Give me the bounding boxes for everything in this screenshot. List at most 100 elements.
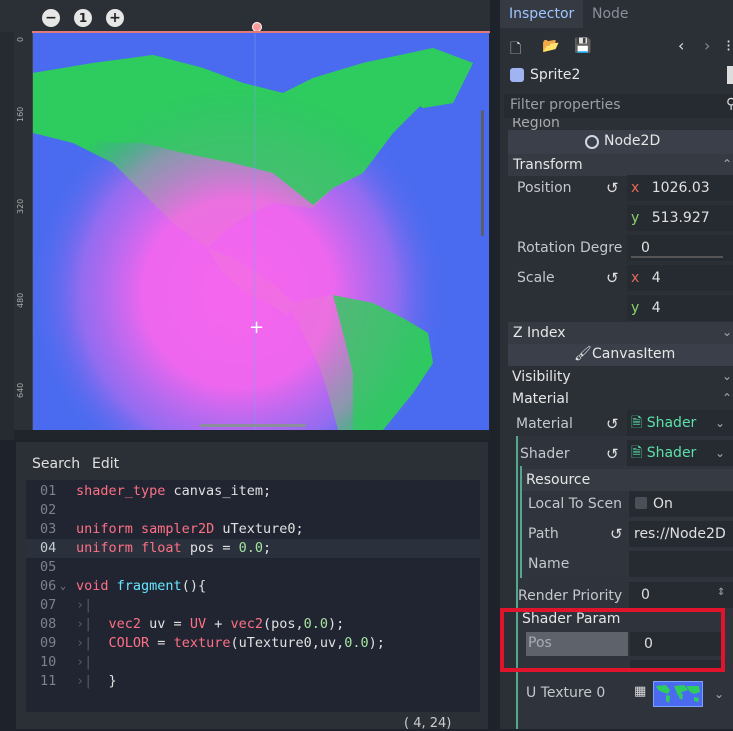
- code-line: 09 ›| COLOR = texture(uTexture0,uv,0.0);: [26, 634, 480, 653]
- scale-y-value: 4: [651, 300, 661, 316]
- edit-menu[interactable]: Edit: [92, 456, 119, 472]
- reset-material-icon[interactable]: ↺: [606, 415, 619, 433]
- vertical-ruler: 0 160 320 480 640: [14, 32, 33, 430]
- path-label: Path: [528, 526, 559, 542]
- material-label: Material: [516, 416, 573, 432]
- code-line: 11 ›| }: [26, 672, 480, 691]
- position-label: Position: [517, 180, 572, 196]
- code-line: 02: [26, 501, 480, 520]
- render-priority-field[interactable]: 0 ⇕: [629, 582, 733, 608]
- viewport-horizontal-scrollbar[interactable]: [200, 424, 306, 427]
- ruler-tick: 160: [16, 106, 25, 122]
- reset-shader-icon[interactable]: ↺: [606, 445, 619, 463]
- world-map-thumbnail: [656, 685, 700, 703]
- code-line: 06 ⌄ void fragment(){: [26, 577, 480, 596]
- code-line-current: 04 uniform float pos = 0.0;: [26, 539, 480, 558]
- new-resource-icon[interactable]: 🗋: [510, 38, 521, 62]
- scale-y-field[interactable]: y 4: [627, 295, 733, 321]
- code-editor[interactable]: 01 shader_type canvas_item; 02 03 unifor…: [26, 480, 480, 712]
- node-options-icon[interactable]: [727, 66, 733, 84]
- history-back-icon[interactable]: ‹: [678, 36, 684, 55]
- render-priority-label: Render Priority: [518, 588, 623, 604]
- open-folder-icon[interactable]: 📂: [542, 38, 559, 54]
- texture-type-icon: ▦: [634, 684, 647, 699]
- zoom-out-button[interactable]: −: [42, 9, 60, 27]
- z-index-section[interactable]: Z Index ⌄: [508, 322, 733, 344]
- z-index-title: Z Index: [513, 325, 566, 341]
- path-field[interactable]: res://Node2D: [629, 521, 733, 547]
- local-to-scene-label: Local To Scen: [528, 496, 622, 512]
- reset-scale-icon[interactable]: ↺: [606, 269, 619, 287]
- viewport-vertical-scrollbar[interactable]: [481, 110, 484, 236]
- material-resource-picker[interactable]: 🗎 Shader ⌄: [627, 410, 733, 436]
- expand-icon: ⌄: [722, 369, 733, 383]
- render-priority-value: 0: [641, 587, 650, 603]
- line-number: 04: [40, 540, 57, 556]
- material-value: Shader: [646, 415, 697, 431]
- axis-y-label: y: [631, 300, 640, 316]
- tab-marker-icon: ›|: [76, 654, 93, 670]
- name-field[interactable]: [629, 551, 733, 577]
- material-section[interactable]: Material ⌃: [508, 388, 733, 410]
- shader-label: Shader: [520, 446, 570, 462]
- transform-section[interactable]: Transform ⌃: [508, 154, 733, 176]
- save-icon[interactable]: 💾: [574, 38, 591, 54]
- zoom-in-button[interactable]: +: [106, 9, 124, 27]
- rotation-field[interactable]: 0: [627, 235, 733, 261]
- history-menu-icon[interactable]: ⁝: [726, 36, 731, 55]
- shader-resource-picker[interactable]: 🗎 Shader ⌄: [627, 440, 733, 466]
- rotation-slider[interactable]: [631, 256, 723, 258]
- fold-arrow-icon[interactable]: ⌄: [60, 577, 66, 596]
- line-number: 05: [40, 559, 57, 575]
- reset-position-icon[interactable]: ↺: [606, 179, 619, 197]
- code-line: 05: [26, 558, 480, 577]
- left-gutter: [0, 32, 14, 440]
- line-number: 01: [40, 483, 57, 499]
- history-forward-icon[interactable]: ›: [704, 36, 710, 55]
- tab-inspector[interactable]: Inspector: [500, 0, 584, 28]
- rotation-label: Rotation Degre: [517, 240, 623, 256]
- viewport-toolbar: − 1 +: [0, 0, 500, 32]
- node2d-label: Node2D: [604, 133, 661, 149]
- name-label: Name: [528, 556, 570, 572]
- expand-icon: ⌄: [722, 325, 733, 339]
- ruler-tick: 0: [16, 36, 25, 42]
- canvasitem-section[interactable]: 🖌 CanvasItem: [508, 344, 733, 366]
- code-text: void fragment(){: [76, 578, 207, 594]
- line-number: 09: [40, 635, 57, 651]
- transform-title: Transform: [513, 157, 583, 173]
- line-number: 06: [40, 578, 57, 594]
- shader-icon: 🗎: [631, 445, 643, 461]
- line-number: 08: [40, 616, 57, 632]
- position-x-value: 1026.03: [651, 180, 710, 196]
- position-x-field[interactable]: x 1026.03: [627, 175, 733, 201]
- reset-path-icon[interactable]: ↺: [610, 525, 623, 543]
- rotation-value: 0: [641, 240, 650, 256]
- chevron-down-icon: ⌄: [715, 446, 726, 460]
- texture-preview[interactable]: [653, 681, 703, 707]
- scale-x-field[interactable]: x 4: [627, 265, 733, 291]
- resource-header[interactable]: Resource: [522, 469, 733, 491]
- filter-field[interactable]: Filter properties ⚲: [504, 94, 733, 118]
- local-to-scene-checkbox[interactable]: On: [629, 491, 733, 517]
- code-line: 08 ›| vec2 uv = UV + vec2(pos,0.0);: [26, 615, 480, 634]
- world-map-sprite: +: [33, 33, 489, 430]
- collapse-icon: ⌃: [722, 391, 733, 405]
- u-texture-label: U Texture 0: [526, 685, 606, 701]
- visibility-section[interactable]: Visibility ⌄: [508, 366, 733, 388]
- checkbox-icon: [635, 497, 647, 509]
- code-text: ›| COLOR = texture(uTexture0,uv,0.0);: [76, 635, 385, 651]
- position-y-field[interactable]: y 513.927: [627, 205, 733, 231]
- tab-node[interactable]: Node: [583, 0, 638, 28]
- sprite-canvas[interactable]: +: [33, 33, 489, 430]
- shader-material-icon: 🗎: [631, 415, 643, 431]
- zoom-reset-button[interactable]: 1: [74, 9, 92, 27]
- search-menu[interactable]: Search: [32, 456, 80, 472]
- panel-divider[interactable]: [490, 0, 500, 729]
- region-label-partial: Region: [512, 118, 560, 130]
- chevron-down-icon[interactable]: ⌄: [714, 687, 724, 701]
- material-title: Material: [512, 391, 569, 407]
- node2d-section[interactable]: Node2D: [508, 130, 733, 154]
- ruler-tick: 640: [16, 382, 25, 398]
- spin-icon[interactable]: ⇕: [717, 580, 725, 606]
